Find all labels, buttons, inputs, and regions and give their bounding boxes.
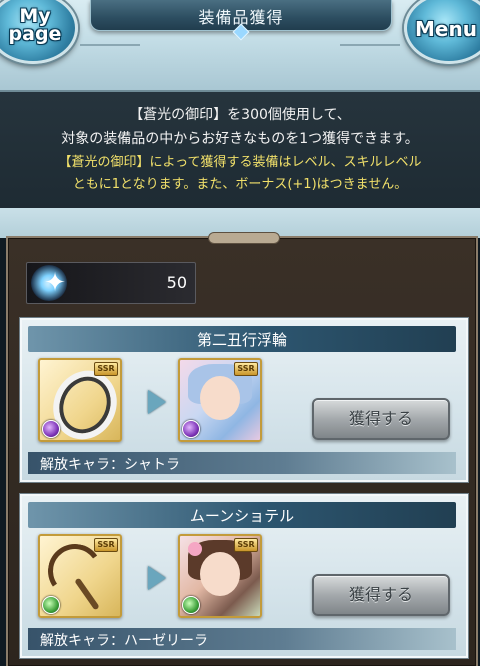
header-bar: My page 装備品獲得 Menu — [0, 0, 480, 92]
exchange-panel: ✦ 50 第二丑行浮輪 SSR SSR 獲得する 解放キャラ：シャトラ ムーンシ… — [6, 232, 478, 666]
header-ornament-left — [80, 44, 140, 46]
weapon-thumbnail[interactable]: SSR — [38, 534, 122, 618]
rarity-badge: SSR — [94, 538, 118, 552]
arrow-right-icon — [148, 566, 166, 590]
unlock-character-bar: 解放キャラ：ハーゼリーラ — [28, 628, 456, 650]
description-note-1: 【蒼光の御印】によって獲得する装備はレベル、スキルレベル — [58, 155, 422, 170]
obtain-button[interactable]: 獲得する — [312, 398, 450, 440]
character-thumbnail[interactable]: SSR — [178, 534, 262, 618]
description-box: 【蒼光の御印】を300個使用して、 対象の装備品の中からお好きなものを1つ獲得で… — [0, 92, 480, 209]
title-plate: 装備品獲得 — [90, 0, 392, 41]
panel-ornament — [208, 232, 280, 244]
weapon-thumbnail[interactable]: SSR — [38, 358, 122, 442]
item-card-header: 第二丑行浮輪 — [28, 326, 456, 352]
currency-counter: ✦ 50 — [26, 262, 196, 304]
mypage-button[interactable]: My page — [0, 0, 78, 64]
rarity-badge: SSR — [234, 362, 258, 376]
arrow-right-icon — [148, 390, 166, 414]
header-ornament-right — [340, 44, 400, 46]
rarity-badge: SSR — [234, 538, 258, 552]
unlock-character-label: 解放キャラ：シャトラ — [40, 457, 180, 473]
wind-element-icon — [42, 596, 60, 614]
item-card-header: ムーンショテル — [28, 502, 456, 528]
item-name: 第二丑行浮輪 — [196, 331, 287, 349]
menu-label: Menu — [415, 17, 477, 41]
rarity-badge: SSR — [94, 362, 118, 376]
character-face — [200, 376, 240, 420]
item-name: ムーンショテル — [189, 507, 295, 525]
crystal-icon: ✦ — [44, 268, 66, 298]
item-card: ムーンショテル SSR SSR 獲得する 解放キャラ：ハーゼリーラ — [20, 494, 468, 658]
mypage-label-bottom: page — [8, 23, 62, 45]
obtain-button[interactable]: 獲得する — [312, 574, 450, 616]
item-card: 第二丑行浮輪 SSR SSR 獲得する 解放キャラ：シャトラ — [20, 318, 468, 482]
character-thumbnail[interactable]: SSR — [178, 358, 262, 442]
wind-element-icon — [182, 596, 200, 614]
description-line-2: 対象の装備品の中からお好きなものを1つ獲得できます。 — [61, 131, 419, 147]
menu-button[interactable]: Menu — [404, 0, 480, 64]
unlock-character-label: 解放キャラ：ハーゼリーラ — [40, 633, 208, 649]
description-note-2: ともに1となります。また、ボーナス(+1)はつきません。 — [72, 177, 408, 192]
currency-count: 50 — [166, 273, 187, 292]
character-face — [200, 552, 240, 596]
unlock-character-bar: 解放キャラ：シャトラ — [28, 452, 456, 474]
dark-element-icon — [182, 420, 200, 438]
description-line-1: 【蒼光の御印】を300個使用して、 — [129, 107, 351, 123]
flower-icon — [188, 542, 202, 556]
dark-element-icon — [42, 420, 60, 438]
